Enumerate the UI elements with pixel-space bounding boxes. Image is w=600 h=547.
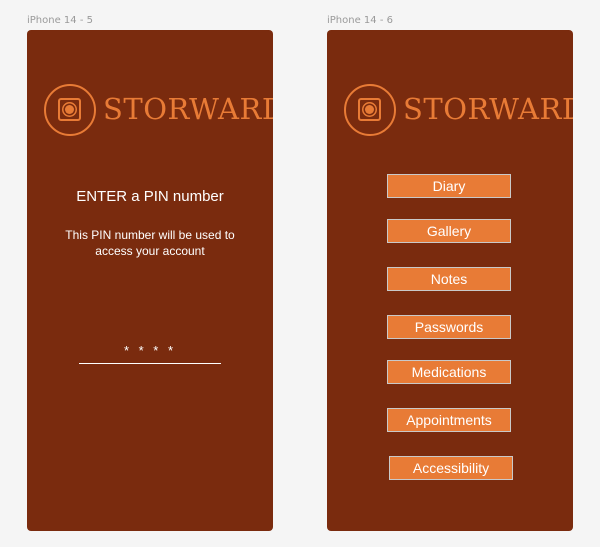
pin-description: This PIN number will be used to access y… — [65, 228, 235, 258]
pin-screen: STORWARD ENTER a PIN number This PIN num… — [27, 30, 273, 531]
menu-screen: STORWARD Diary Gallery Notes Passwords M… — [327, 30, 573, 531]
appointments-button[interactable]: Appointments — [387, 408, 511, 432]
safe-icon — [344, 84, 396, 136]
frame-label-right: iPhone 14 - 6 — [327, 15, 393, 26]
gallery-button[interactable]: Gallery — [387, 219, 511, 243]
frame-label-left: iPhone 14 - 5 — [27, 15, 93, 26]
brand-header: STORWARD — [344, 84, 573, 138]
diary-button[interactable]: Diary — [387, 174, 511, 198]
accessibility-button[interactable]: Accessibility — [389, 456, 513, 480]
notes-button[interactable]: Notes — [387, 267, 511, 291]
brand-name: STORWARD — [103, 92, 273, 126]
medications-button[interactable]: Medications — [387, 360, 511, 384]
brand-header: STORWARD — [44, 84, 273, 138]
brand-name: STORWARD — [403, 92, 573, 126]
pin-title: ENTER a PIN number — [76, 188, 224, 205]
pin-input[interactable] — [79, 338, 221, 364]
safe-icon — [44, 84, 96, 136]
passwords-button[interactable]: Passwords — [387, 315, 511, 339]
